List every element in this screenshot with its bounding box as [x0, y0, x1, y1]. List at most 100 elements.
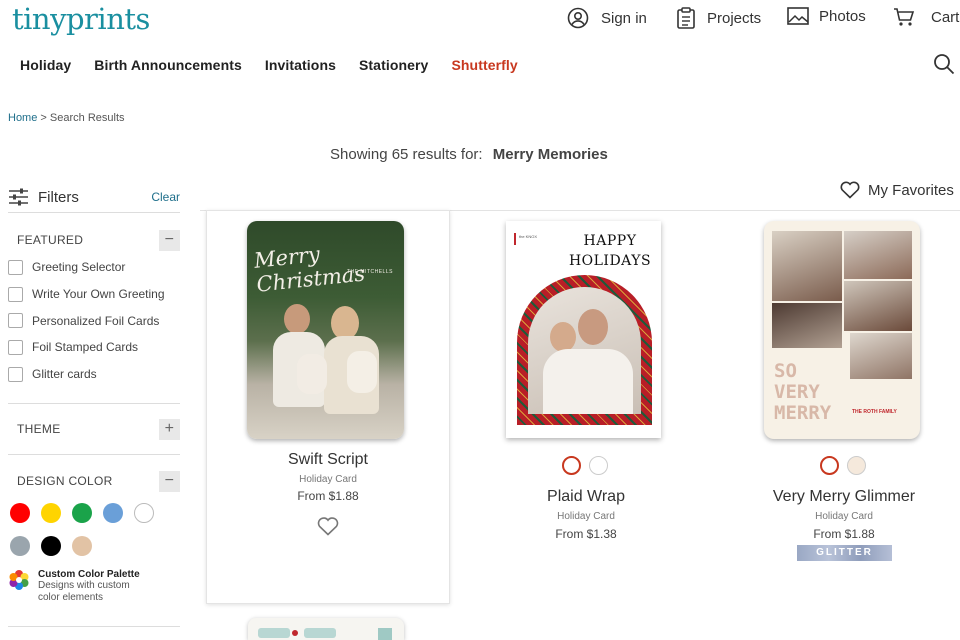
nav-shutterfly[interactable]: Shutterfly [451, 57, 517, 73]
sign-in-label: Sign in [601, 9, 647, 27]
main-navigation: Holiday Birth Announcements Invitations … [20, 57, 541, 73]
sign-in-link[interactable]: Sign in [567, 7, 647, 29]
color-options [562, 456, 608, 475]
clear-filters-link[interactable]: Clear [151, 190, 180, 204]
projects-link[interactable]: Projects [676, 7, 761, 29]
filters-title: Filters [38, 188, 79, 206]
color-option-cream[interactable] [847, 456, 866, 475]
breadcrumb-current: Search Results [49, 112, 125, 124]
card-script-text: Merry Christmas [252, 242, 367, 297]
color-swatch[interactable] [72, 503, 92, 524]
design-color-title: DESIGN COLOR [17, 474, 113, 489]
image-icon [787, 7, 809, 25]
nav-stationery[interactable]: Stationery [359, 57, 428, 73]
color-swatch[interactable] [41, 503, 61, 524]
filter-label: Greeting Selector [32, 260, 126, 275]
product-price: From $1.38 [555, 527, 617, 541]
filter-write-your-own[interactable]: Write Your Own Greeting [8, 281, 180, 308]
filter-greeting-selector[interactable]: Greeting Selector [8, 254, 180, 281]
results-query: Merry Memories [492, 146, 608, 163]
color-swatch[interactable] [134, 503, 154, 524]
featured-title: FEATURED [17, 233, 84, 247]
breadcrumb-home[interactable]: Home [8, 112, 37, 124]
favorite-heart-icon[interactable] [317, 517, 339, 536]
sliders-icon [9, 188, 28, 206]
product-type: Holiday Card [299, 474, 357, 485]
results-count: Showing 65 results for: [330, 146, 483, 163]
filter-label: Personalized Foil Cards [32, 313, 160, 328]
filter-label: Glitter cards [32, 367, 97, 382]
filter-label: Write Your Own Greeting [32, 287, 165, 302]
filter-foil-stamped[interactable]: Foil Stamped Cards [8, 334, 180, 361]
custom-color-palette[interactable]: Custom Color Palette Designs with custom… [8, 569, 180, 604]
checkbox[interactable] [8, 286, 23, 302]
filter-label: Foil Stamped Cards [32, 340, 139, 355]
product-type: Holiday Card [815, 511, 873, 522]
color-option-red[interactable] [562, 456, 581, 475]
theme-section-header[interactable]: THEME + [17, 417, 180, 441]
palette-title: Custom Color Palette [38, 569, 140, 581]
color-wheel-icon [9, 570, 29, 591]
product-type: Holiday Card [557, 511, 615, 522]
color-option-white[interactable] [589, 456, 608, 475]
results-summary: Showing 65 results for: Merry Memories [0, 146, 960, 163]
filter-glitter-cards[interactable]: Glitter cards [8, 361, 180, 388]
checkbox[interactable] [8, 366, 23, 382]
nav-invitations[interactable]: Invitations [265, 57, 336, 73]
collapse-icon[interactable]: − [159, 229, 180, 251]
photo-collage [772, 231, 912, 381]
my-favorites-label: My Favorites [868, 181, 954, 199]
color-options [820, 456, 866, 475]
projects-label: Projects [707, 9, 762, 27]
product-price: From $1.88 [813, 527, 875, 541]
card-brand: the KNOX [519, 234, 538, 239]
checkbox[interactable] [8, 259, 23, 275]
cart-label: Cart [931, 8, 960, 26]
family-photo [269, 296, 384, 421]
user-icon [567, 7, 589, 29]
design-color-section-header[interactable]: DESIGN COLOR − [17, 469, 180, 493]
card-heading: HAPPY HOLIDAYS [568, 233, 652, 269]
color-swatch[interactable] [10, 503, 30, 524]
product-name[interactable]: Plaid Wrap [466, 488, 706, 506]
color-swatch[interactable] [103, 503, 123, 524]
collapse-icon[interactable]: − [159, 470, 180, 492]
color-swatches [10, 503, 180, 557]
photos-label: Photos [819, 7, 866, 25]
plaid-arch [517, 275, 652, 425]
cart-icon [894, 8, 915, 26]
product-image-plaid-wrap[interactable]: the KNOX HAPPY HOLIDAYS [506, 221, 661, 438]
breadcrumb: Home > Search Results [8, 112, 125, 124]
product-image-next-row[interactable] [248, 618, 404, 640]
featured-section-header[interactable]: FEATURED − [17, 228, 180, 252]
filters-panel: Filters Clear FEATURED − Greeting Select… [8, 186, 180, 628]
arch-photo [528, 287, 641, 414]
photos-link[interactable]: Photos [787, 7, 866, 25]
heart-icon [840, 181, 860, 199]
palette-description: Designs with custom color elements [38, 580, 130, 604]
product-image-swift-script[interactable]: Merry Christmas THE MITCHELLS [247, 221, 404, 439]
filter-personalized-foil[interactable]: Personalized Foil Cards [8, 307, 180, 334]
color-swatch[interactable] [41, 536, 61, 557]
clipboard-icon [677, 7, 695, 29]
nav-holiday[interactable]: Holiday [20, 57, 71, 73]
product-image-very-merry-glimmer[interactable]: SO VERY MERRY THE ROTH FAMILY [764, 221, 920, 439]
checkbox[interactable] [8, 339, 23, 355]
product-name[interactable]: Very Merry Glimmer [724, 488, 960, 506]
cart-link[interactable]: Cart [893, 7, 959, 27]
product-price: From $1.88 [297, 489, 359, 503]
card-family-name: THE MITCHELLS [347, 269, 393, 275]
search-icon[interactable] [933, 53, 955, 75]
my-favorites-link[interactable]: My Favorites [840, 181, 954, 199]
theme-title: THEME [17, 422, 61, 437]
breadcrumb-separator: > [40, 112, 47, 124]
glitter-badge: GLITTER [797, 545, 892, 561]
expand-icon[interactable]: + [159, 418, 180, 440]
tinyprints-logo[interactable]: tinyprints [12, 2, 150, 36]
product-name[interactable]: Swift Script [206, 451, 450, 469]
color-option-red[interactable] [820, 456, 839, 475]
color-swatch[interactable] [72, 536, 92, 557]
color-swatch[interactable] [10, 536, 30, 557]
nav-birth-announcements[interactable]: Birth Announcements [94, 57, 242, 73]
checkbox[interactable] [8, 313, 23, 329]
